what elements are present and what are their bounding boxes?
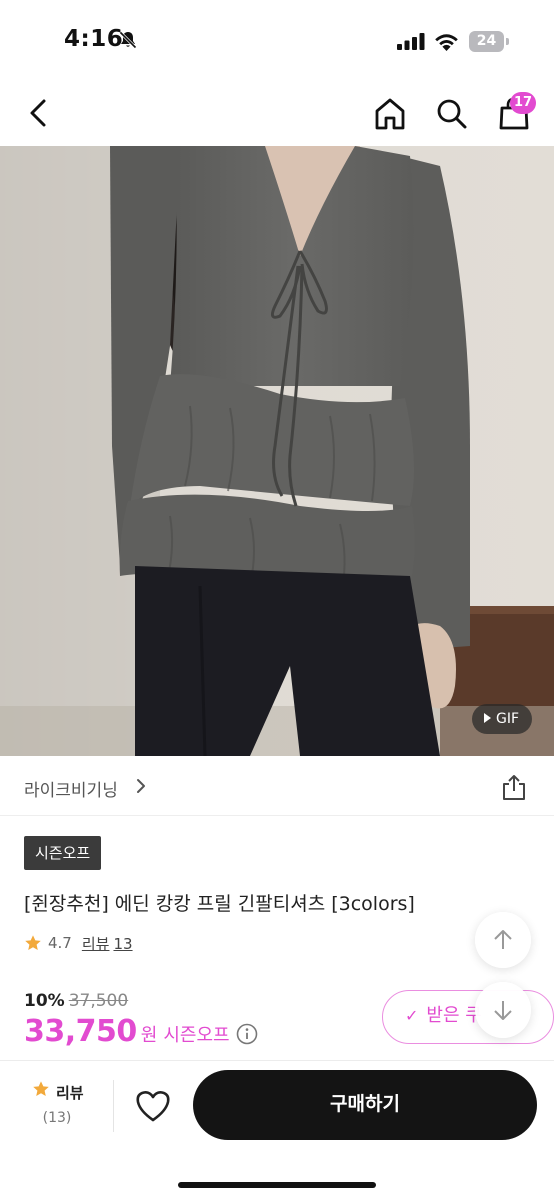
discount-row: 10% 37,500 — [24, 991, 128, 1011]
share-icon[interactable] — [501, 773, 527, 801]
check-icon: ✓ — [405, 1006, 419, 1025]
sale-price: 33,750 — [24, 1014, 137, 1049]
bottom-review-count: (13) — [42, 1110, 72, 1126]
status-bar: 4:16 24 — [0, 0, 554, 80]
cart-count-badge: 17 — [510, 92, 537, 114]
discount-rate: 10% — [24, 991, 65, 1011]
bottom-review-label: 리뷰 — [56, 1084, 84, 1102]
brand-row[interactable]: 라이크비기닝 — [0, 756, 554, 816]
buy-button[interactable]: 구매하기 — [193, 1070, 537, 1140]
back-arrow-icon[interactable] — [22, 96, 56, 130]
home-indicator — [178, 1182, 376, 1188]
scroll-up-button[interactable] — [475, 912, 531, 968]
review-link-count: 13 — [113, 934, 133, 953]
gif-badge[interactable]: GIF — [472, 704, 532, 734]
heart-icon[interactable] — [134, 1088, 172, 1124]
arrow-up-icon — [494, 930, 512, 949]
status-time: 4:16 — [64, 26, 124, 52]
signal-icon — [397, 33, 425, 50]
gif-label: GIF — [496, 711, 520, 727]
price-unit: 원 — [140, 1025, 158, 1046]
search-icon[interactable] — [434, 96, 470, 132]
product-title: [쥔장추천] 에딘 캉캉 프릴 긴팔티셔츠 [3colors] — [24, 893, 415, 915]
bell-off-icon — [119, 31, 137, 49]
battery-indicator: 24 — [469, 31, 509, 52]
rating-row: 4.7 리뷰 13 — [24, 932, 133, 954]
star-icon — [25, 935, 41, 951]
brand-name[interactable]: 라이크비기닝 — [24, 776, 118, 801]
product-photo[interactable]: GIF — [0, 146, 554, 756]
season-off-tag: 시즌오프 — [24, 836, 102, 870]
battery-level: 24 — [476, 33, 497, 49]
divider — [113, 1080, 114, 1132]
chevron-right-icon — [137, 779, 145, 793]
arrow-down-icon — [494, 1001, 512, 1020]
product-photo-illustration — [0, 146, 554, 756]
star-icon — [33, 1081, 49, 1097]
scroll-down-button[interactable] — [475, 982, 531, 1038]
home-icon[interactable] — [372, 96, 408, 132]
review-link-label: 리뷰 — [81, 934, 110, 953]
price-season-label: 시즌오프 — [163, 1025, 230, 1046]
original-price: 37,500 — [68, 991, 129, 1011]
price-row: 33,750 원 시즌오프 — [24, 1014, 258, 1049]
review-link[interactable]: 리뷰 13 — [82, 933, 133, 954]
info-icon[interactable] — [236, 1023, 258, 1045]
wifi-icon — [435, 34, 458, 51]
coupon-label: 받은 쿠 — [426, 1005, 482, 1026]
top-nav-bar — [0, 80, 554, 146]
rating-score: 4.7 — [48, 934, 72, 952]
bottom-review-summary[interactable]: 리뷰 (13) — [22, 1076, 92, 1136]
play-icon — [484, 713, 491, 723]
